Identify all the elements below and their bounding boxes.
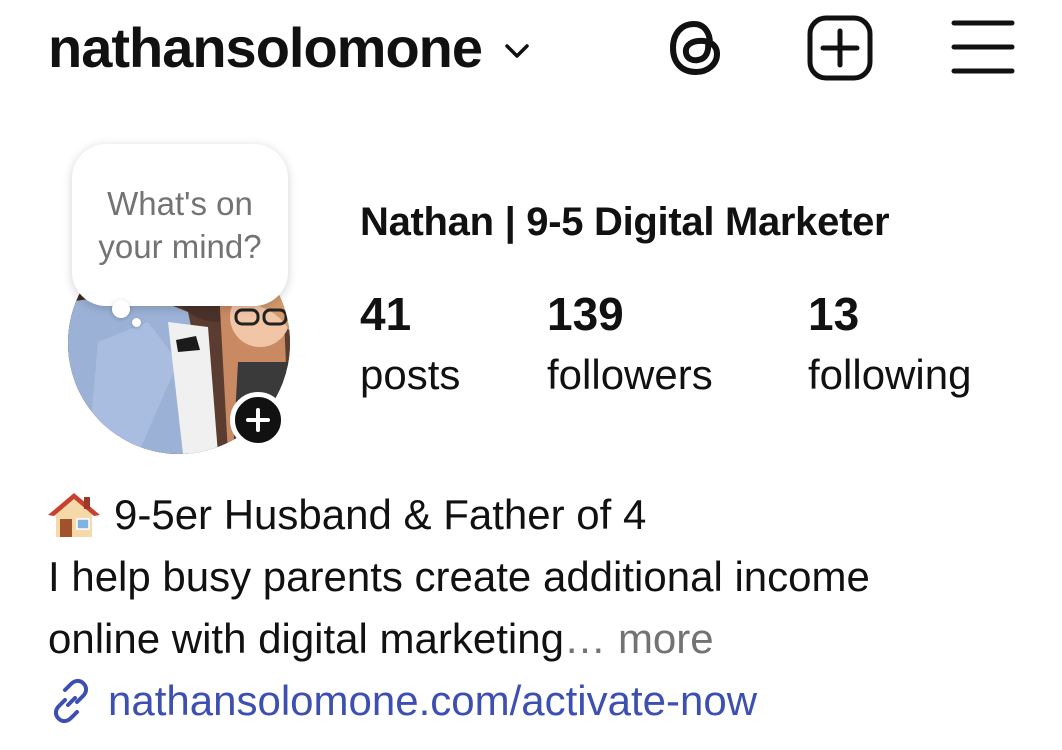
bio-link-text[interactable]: nathansolomone.com/activate-now [108, 670, 757, 732]
bio-line-1: 9-5er Husband & Father of 4 [48, 484, 1028, 546]
posts-label: posts [360, 351, 461, 398]
following-count: 13 [808, 288, 860, 340]
add-post-icon[interactable] [806, 14, 874, 82]
threads-icon[interactable] [664, 14, 728, 80]
add-story-button[interactable] [230, 392, 286, 448]
link-icon [53, 678, 89, 724]
chevron-down-icon [505, 44, 529, 58]
posts-count: 41 [360, 288, 412, 340]
followers-stat[interactable]: 139 followers [547, 286, 713, 402]
display-name: Nathan | 9-5 Digital Marketer [360, 200, 890, 244]
bio-line-2: I help busy parents create additional in… [48, 553, 870, 600]
following-label: following [808, 351, 972, 398]
note-text: What's on your mind? [98, 185, 262, 265]
ellipsis: … [563, 615, 606, 662]
house-icon [48, 493, 100, 537]
bio-line-3-text: online with digital marketing [48, 615, 564, 662]
plus-icon [246, 408, 270, 432]
note-bubble[interactable]: What's on your mind? [72, 144, 288, 306]
posts-stat[interactable]: 41 posts [360, 286, 460, 402]
bio-headline: 9-5er Husband & Father of 4 [114, 491, 647, 538]
following-stat[interactable]: 13 following [808, 286, 971, 402]
bio: 9-5er Husband & Father of 4 I help busy … [48, 484, 1028, 732]
profile-header: nathansolomone [0, 0, 1062, 110]
followers-count: 139 [547, 288, 624, 340]
bio-line-3: online with digital marketing… more [48, 608, 1028, 670]
menu-icon[interactable] [950, 14, 1016, 80]
account-switcher[interactable]: nathansolomone [48, 16, 530, 80]
username: nathansolomone [48, 16, 483, 79]
followers-label: followers [547, 351, 713, 398]
note-bubble-tail-small [132, 318, 141, 327]
note-bubble-tail [112, 300, 130, 318]
bio-link[interactable]: nathansolomone.com/activate-now [48, 670, 1028, 732]
more-button[interactable]: more [618, 608, 714, 670]
